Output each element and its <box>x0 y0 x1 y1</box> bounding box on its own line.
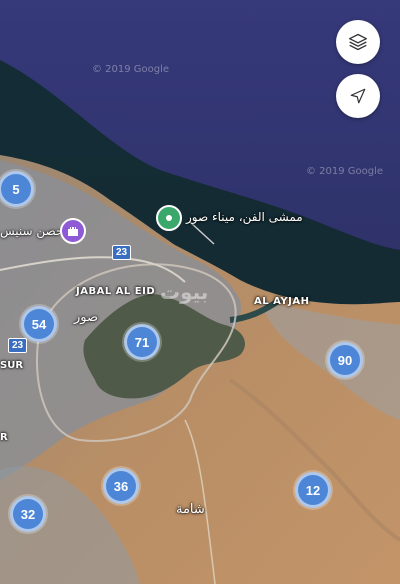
harbor-label: ممشى الفن، ميناء صور <box>186 210 303 224</box>
layers-icon <box>349 33 367 51</box>
listing-cluster[interactable]: 32 <box>10 496 46 532</box>
place-label-shamah: شامة <box>176 502 205 517</box>
road-shield-23: 23 <box>112 245 132 260</box>
site-watermark: بيوت <box>160 280 209 304</box>
layers-button[interactable] <box>336 20 380 64</box>
navigation-arrow-icon <box>350 88 366 104</box>
harbor-poi[interactable] <box>156 205 182 231</box>
locate-button[interactable] <box>336 74 380 118</box>
place-label-sur-arabic: صور <box>74 310 99 325</box>
listing-cluster[interactable]: 71 <box>124 324 160 360</box>
place-label-jabal-al-eid: JABAL AL EID <box>76 286 156 297</box>
listing-cluster[interactable]: 54 <box>21 306 57 342</box>
listing-cluster[interactable]: 90 <box>327 342 363 378</box>
listing-cluster[interactable]: 36 <box>103 468 139 504</box>
fort-poi[interactable] <box>60 218 86 244</box>
place-label-edge: R <box>0 432 8 443</box>
place-label-sur: SUR <box>0 360 24 371</box>
road-shield-23: 23 <box>8 338 28 353</box>
pin-dot-icon <box>166 215 172 221</box>
google-watermark: © 2019 Google <box>92 64 170 75</box>
place-label-hisn: حصن سنيس <box>0 224 64 238</box>
google-watermark: © 2019 Google <box>306 166 384 177</box>
place-label-al-ayjah: AL AYJAH <box>254 296 310 307</box>
listing-cluster[interactable]: 12 <box>295 472 331 508</box>
castle-icon <box>68 227 78 236</box>
